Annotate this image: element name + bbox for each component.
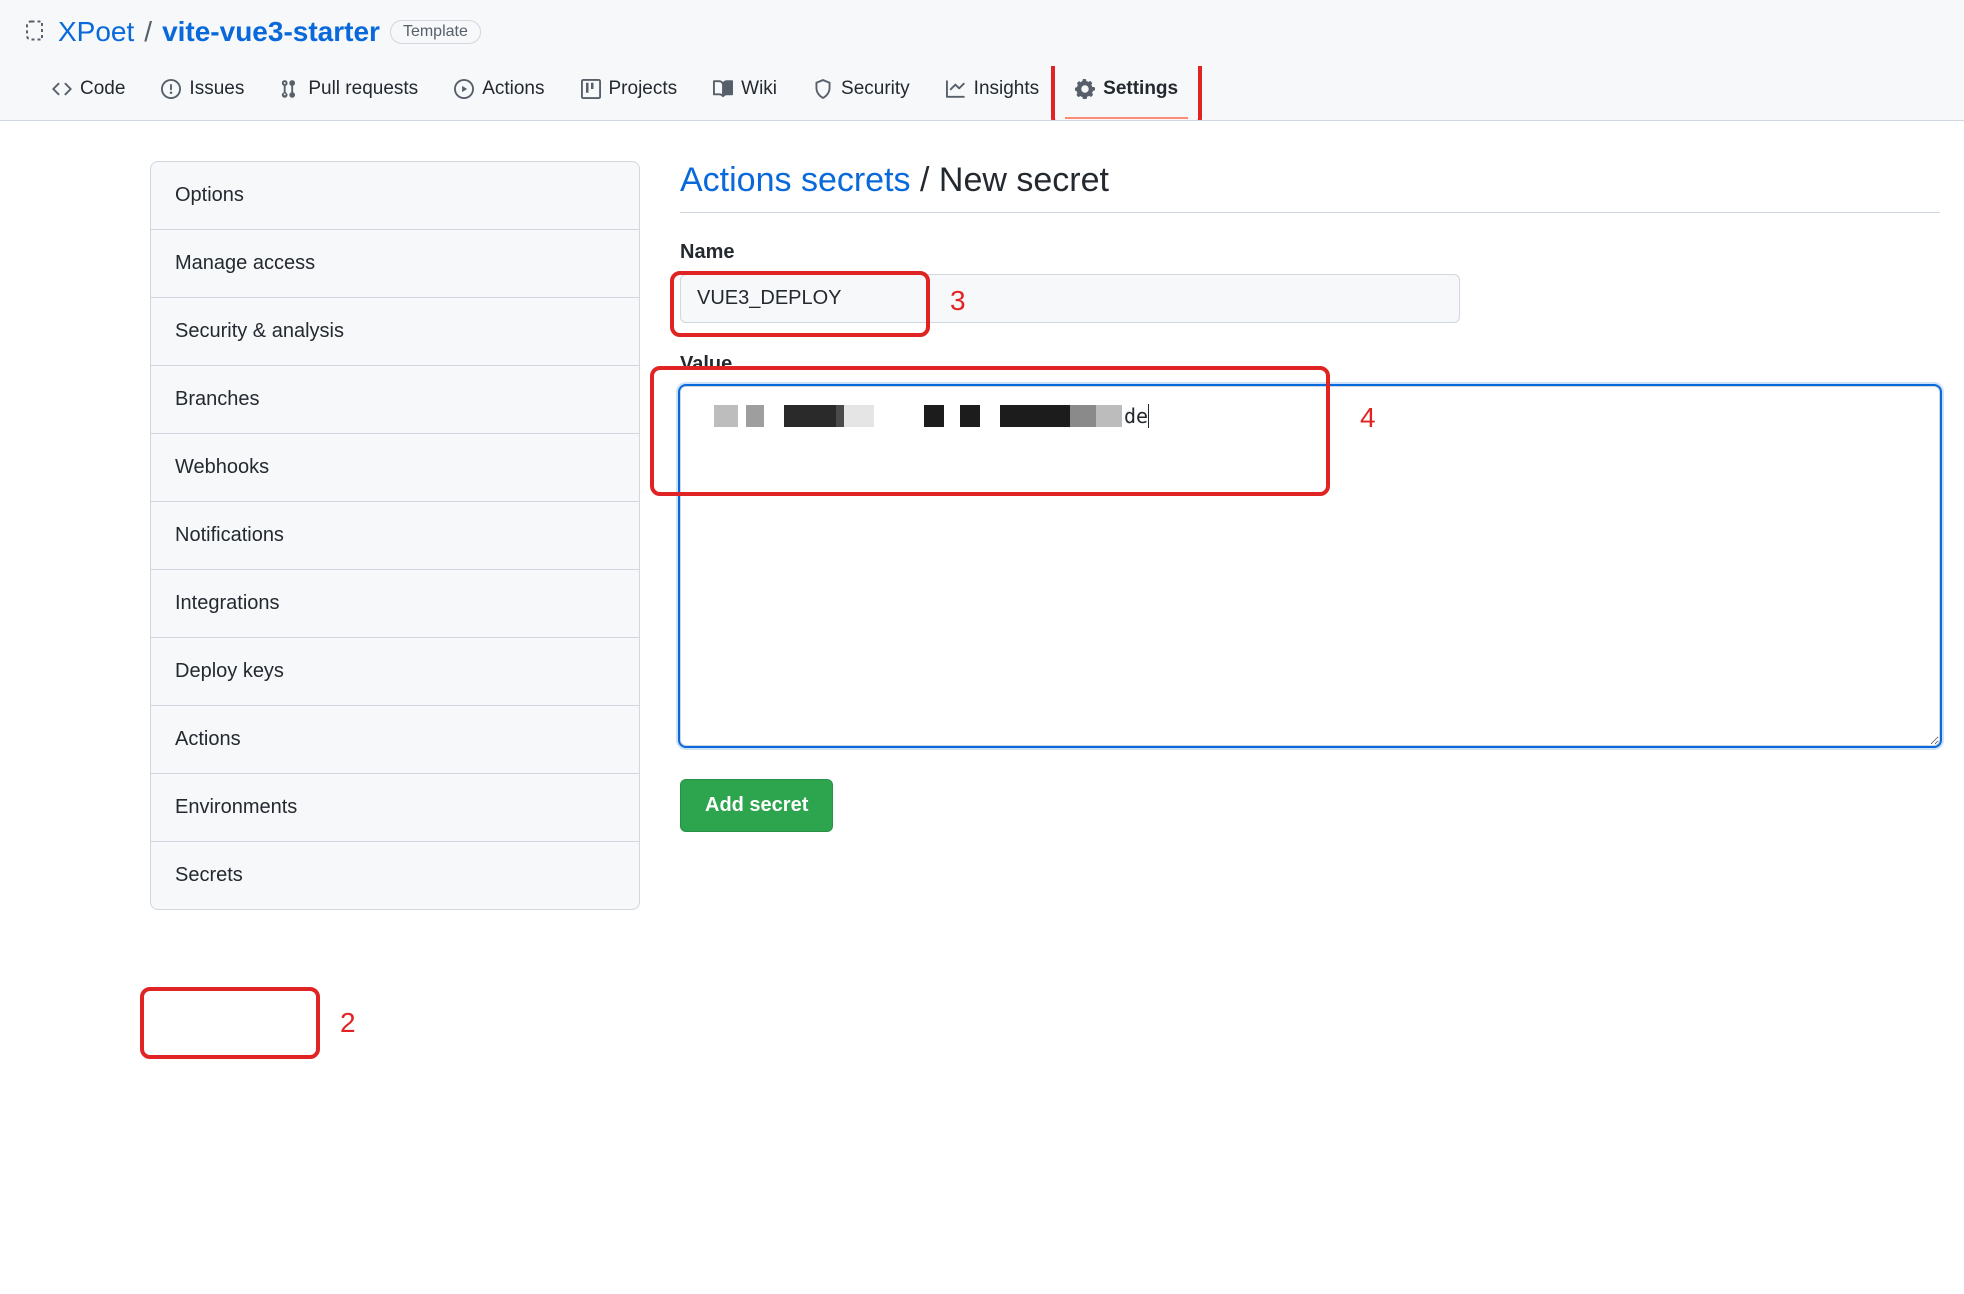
- content-area: Actions secrets / New secret Name 3 Valu…: [680, 161, 1940, 910]
- breadcrumb-separator: /: [144, 16, 152, 48]
- subhead-tail: New secret: [939, 161, 1109, 199]
- breadcrumb-repo-link[interactable]: vite-vue3-starter: [162, 16, 380, 47]
- secret-value-textarea[interactable]: [680, 386, 1940, 746]
- sidebar-item-options[interactable]: Options: [151, 162, 639, 230]
- name-label: Name: [680, 241, 1940, 264]
- repo-tabnav: Code Issues Pull requests Actions Projec…: [24, 66, 1940, 120]
- sidebar-item-deploy-keys[interactable]: Deploy keys: [151, 638, 639, 706]
- subhead-link-actions-secrets[interactable]: Actions secrets: [680, 161, 911, 199]
- tab-label: Wiki: [741, 78, 777, 100]
- tab-label: Issues: [189, 78, 244, 100]
- tab-label: Insights: [974, 78, 1039, 100]
- tab-label: Code: [80, 78, 125, 100]
- tab-code[interactable]: Code: [38, 66, 139, 120]
- tab-wiki[interactable]: Wiki: [699, 66, 791, 120]
- settings-sidebar: Options Manage access Security & analysi…: [150, 161, 640, 910]
- tab-label: Pull requests: [308, 78, 418, 100]
- tab-settings[interactable]: Settings: [1061, 66, 1192, 120]
- sidebar-item-manage-access[interactable]: Manage access: [151, 230, 639, 298]
- code-icon: [52, 79, 72, 99]
- sidebar-item-security-analysis[interactable]: Security & analysis: [151, 298, 639, 366]
- sidebar-item-branches[interactable]: Branches: [151, 366, 639, 434]
- gear-icon: [1075, 79, 1095, 99]
- shield-icon: [813, 79, 833, 99]
- sidebar-item-webhooks[interactable]: Webhooks: [151, 434, 639, 502]
- main-layout: Options Manage access Security & analysi…: [0, 121, 1964, 950]
- template-badge: Template: [390, 20, 481, 44]
- annotation-number-2: 2: [340, 1007, 356, 1039]
- tab-pulls[interactable]: Pull requests: [266, 66, 432, 120]
- sidebar-item-integrations[interactable]: Integrations: [151, 570, 639, 638]
- field-group-value: Value: [680, 353, 1940, 749]
- book-icon: [713, 79, 733, 99]
- tab-label: Actions: [482, 78, 544, 100]
- project-icon: [581, 79, 601, 99]
- repo-header: XPoet / vite-vue3-starter Template Code …: [0, 0, 1964, 121]
- settings-menu: Options Manage access Security & analysi…: [150, 161, 640, 910]
- value-label: Value: [680, 353, 1940, 376]
- repo-template-icon: [24, 20, 48, 44]
- tab-actions[interactable]: Actions: [440, 66, 558, 120]
- graph-icon: [946, 79, 966, 99]
- annotation-box-2: [140, 987, 320, 1059]
- issues-icon: [161, 79, 181, 99]
- tab-issues[interactable]: Issues: [147, 66, 258, 120]
- tab-security[interactable]: Security: [799, 66, 924, 120]
- play-circle-icon: [454, 79, 474, 99]
- page-subhead: Actions secrets / New secret: [680, 161, 1940, 213]
- tab-label: Projects: [609, 78, 678, 100]
- breadcrumb-owner-link[interactable]: XPoet: [58, 16, 134, 48]
- tab-projects[interactable]: Projects: [567, 66, 692, 120]
- tab-insights[interactable]: Insights: [932, 66, 1053, 120]
- secret-name-input[interactable]: [680, 274, 1460, 323]
- breadcrumb: XPoet / vite-vue3-starter Template: [24, 16, 1940, 48]
- tab-label: Settings: [1103, 78, 1178, 100]
- add-secret-button[interactable]: Add secret: [680, 779, 833, 832]
- sidebar-item-secrets[interactable]: Secrets: [151, 842, 639, 909]
- tab-label: Security: [841, 78, 910, 100]
- sidebar-item-actions[interactable]: Actions: [151, 706, 639, 774]
- sidebar-item-notifications[interactable]: Notifications: [151, 502, 639, 570]
- field-group-name: Name 3: [680, 241, 1940, 323]
- sidebar-item-environments[interactable]: Environments: [151, 774, 639, 842]
- subhead-separator: /: [920, 161, 929, 199]
- git-pull-request-icon: [280, 79, 300, 99]
